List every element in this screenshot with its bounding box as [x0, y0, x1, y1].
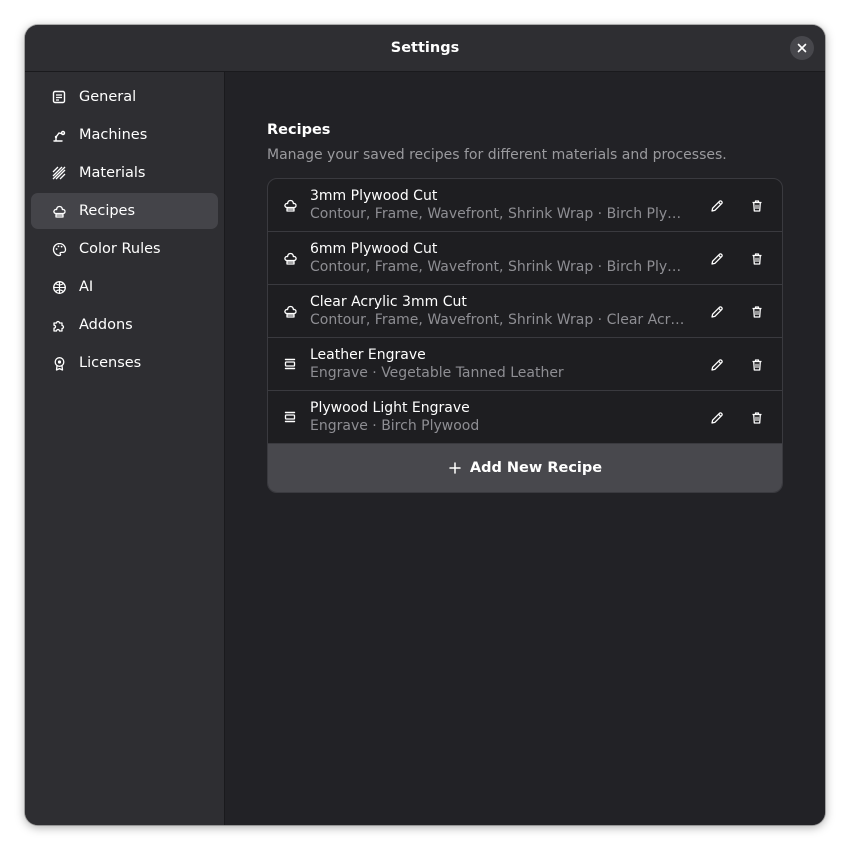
- puzzle-icon: [51, 317, 67, 333]
- recipe-row[interactable]: Leather Engrave Engrave · Vegetable Tann…: [268, 338, 782, 391]
- sidebar-item-label: Color Rules: [79, 241, 161, 257]
- sidebar-item-label: AI: [79, 279, 94, 295]
- sidebar-item-label: Addons: [79, 317, 133, 333]
- chef-hat-icon: [282, 197, 298, 213]
- page-description: Manage your saved recipes for different …: [267, 147, 727, 163]
- close-button[interactable]: [790, 36, 814, 60]
- trash-icon: [750, 411, 764, 425]
- sidebar-item-ai[interactable]: AI: [31, 269, 218, 305]
- edit-recipe-button[interactable]: [705, 300, 729, 324]
- materials-icon: [51, 165, 67, 181]
- delete-recipe-button[interactable]: [745, 194, 769, 218]
- recipe-row[interactable]: 6mm Plywood Cut Contour, Frame, Wavefron…: [268, 232, 782, 285]
- sidebar-item-licenses[interactable]: Licenses: [31, 345, 218, 381]
- recipe-text: 6mm Plywood Cut Contour, Frame, Wavefron…: [310, 240, 690, 276]
- delete-recipe-button[interactable]: [745, 406, 769, 430]
- sidebar-item-label: Materials: [79, 165, 146, 181]
- delete-recipe-button[interactable]: [745, 247, 769, 271]
- pencil-icon: [710, 252, 724, 266]
- sidebar-item-label: Recipes: [79, 203, 136, 219]
- pencil-icon: [710, 411, 724, 425]
- chef-hat-icon: [282, 303, 298, 319]
- close-icon: [797, 43, 807, 53]
- sidebar-item-machines[interactable]: Machines: [31, 117, 218, 153]
- sidebar: General Machines Materials Recipes Color…: [25, 72, 225, 825]
- recipe-details: Engrave · Vegetable Tanned Leather: [310, 365, 564, 381]
- pencil-icon: [710, 358, 724, 372]
- chef-hat-icon: [51, 203, 67, 219]
- settings-window: Settings General Machines Materials Reci…: [25, 25, 825, 825]
- layers-icon: [282, 356, 298, 372]
- general-icon: [51, 89, 67, 105]
- recipe-text: Clear Acrylic 3mm Cut Contour, Frame, Wa…: [310, 293, 690, 329]
- edit-recipe-button[interactable]: [705, 406, 729, 430]
- recipe-row[interactable]: 3mm Plywood Cut Contour, Frame, Wavefron…: [268, 179, 782, 232]
- recipe-details: Engrave · Birch Plywood: [310, 418, 480, 434]
- recipe-name: 3mm Plywood Cut: [310, 188, 438, 204]
- trash-icon: [750, 252, 764, 266]
- window-title: Settings: [390, 40, 460, 56]
- title-bar: Settings: [25, 25, 825, 72]
- plus-icon: [448, 461, 462, 475]
- pencil-icon: [710, 305, 724, 319]
- delete-recipe-button[interactable]: [745, 300, 769, 324]
- recipe-text: Plywood Light Engrave Engrave · Birch Pl…: [310, 399, 690, 435]
- recipe-details: Contour, Frame, Wavefront, Shrink Wrap ·…: [310, 259, 690, 275]
- page-title: Recipes: [267, 122, 331, 138]
- recipe-name: 6mm Plywood Cut: [310, 241, 438, 257]
- recipe-list: 3mm Plywood Cut Contour, Frame, Wavefron…: [267, 178, 783, 493]
- sidebar-item-label: Machines: [79, 127, 148, 143]
- sidebar-item-label: Licenses: [79, 355, 142, 371]
- recipe-name: Leather Engrave: [310, 347, 426, 363]
- chef-hat-icon: [282, 250, 298, 266]
- machine-icon: [51, 127, 67, 143]
- recipe-text: 3mm Plywood Cut Contour, Frame, Wavefron…: [310, 187, 690, 223]
- award-icon: [51, 355, 67, 371]
- recipe-row[interactable]: Plywood Light Engrave Engrave · Birch Pl…: [268, 391, 782, 444]
- edit-recipe-button[interactable]: [705, 247, 729, 271]
- palette-icon: [51, 241, 67, 257]
- trash-icon: [750, 199, 764, 213]
- add-new-recipe-button[interactable]: Add New Recipe: [268, 444, 782, 492]
- sidebar-item-label: General: [79, 89, 137, 105]
- sidebar-item-addons[interactable]: Addons: [31, 307, 218, 343]
- add-new-recipe-label: Add New Recipe: [469, 460, 603, 476]
- sidebar-item-recipes[interactable]: Recipes: [31, 193, 218, 229]
- edit-recipe-button[interactable]: [705, 353, 729, 377]
- sidebar-item-color-rules[interactable]: Color Rules: [31, 231, 218, 267]
- ai-icon: [51, 279, 67, 295]
- trash-icon: [750, 358, 764, 372]
- recipes-panel: Recipes Manage your saved recipes for di…: [225, 72, 825, 825]
- sidebar-item-materials[interactable]: Materials: [31, 155, 218, 191]
- recipe-details: Contour, Frame, Wavefront, Shrink Wrap ·…: [310, 312, 690, 328]
- recipe-name: Plywood Light Engrave: [310, 400, 470, 416]
- layers-icon: [282, 409, 298, 425]
- sidebar-item-general[interactable]: General: [31, 79, 218, 115]
- recipe-name: Clear Acrylic 3mm Cut: [310, 294, 467, 310]
- pencil-icon: [710, 199, 724, 213]
- recipe-text: Leather Engrave Engrave · Vegetable Tann…: [310, 346, 690, 382]
- edit-recipe-button[interactable]: [705, 194, 729, 218]
- delete-recipe-button[interactable]: [745, 353, 769, 377]
- recipe-row[interactable]: Clear Acrylic 3mm Cut Contour, Frame, Wa…: [268, 285, 782, 338]
- recipe-details: Contour, Frame, Wavefront, Shrink Wrap ·…: [310, 206, 690, 222]
- trash-icon: [750, 305, 764, 319]
